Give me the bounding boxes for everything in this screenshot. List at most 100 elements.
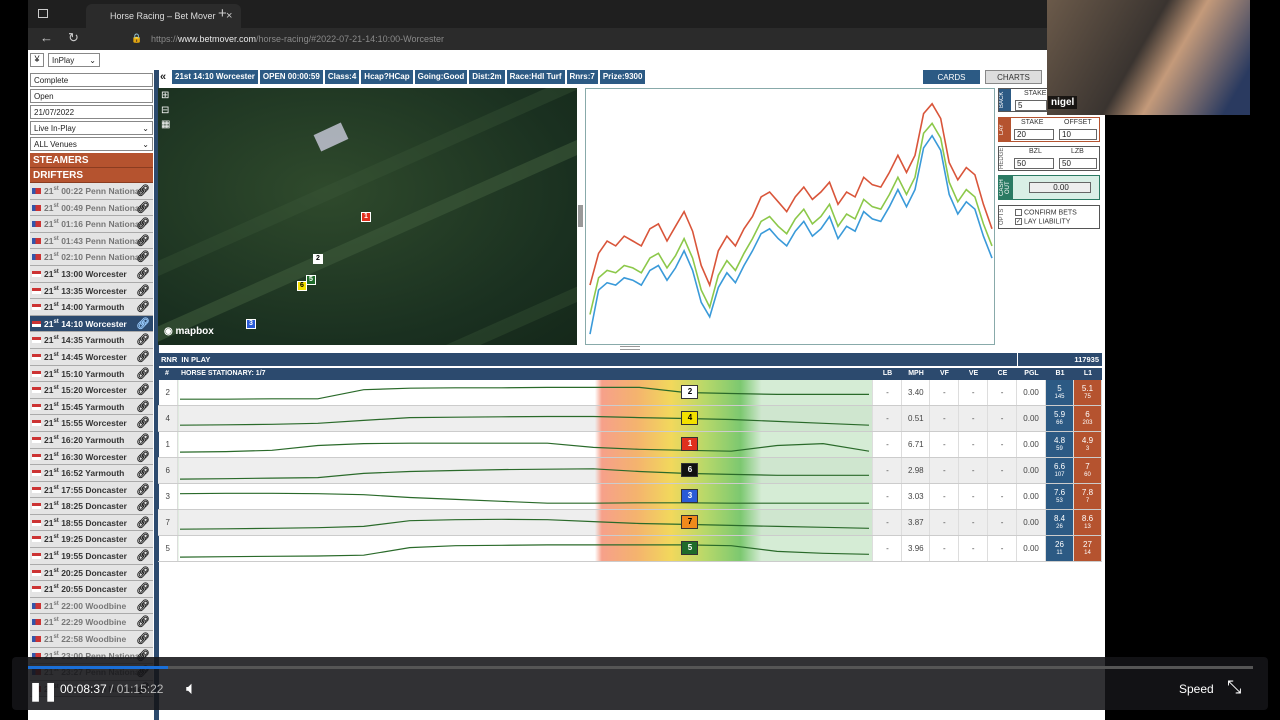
link-icon[interactable]: 🔗︎ <box>136 300 150 313</box>
runner-row[interactable]: 6 6 - 2.98 - - - 0.00 6.6 107 7 60 <box>158 457 1103 484</box>
refresh-icon[interactable]: ↻ <box>68 30 79 46</box>
seek-bar[interactable] <box>28 666 1253 669</box>
race-item[interactable]: 21st 01:43 Penn National 🔗︎ <box>30 232 153 250</box>
steamers-header[interactable]: STEAMERS <box>30 153 153 168</box>
filter-field[interactable]: Open <box>30 89 153 103</box>
link-icon[interactable]: 🔗︎ <box>136 250 150 263</box>
pause-icon[interactable]: ❚❚ <box>28 681 58 702</box>
race-item[interactable]: 21st 19:55 Doncaster 🔗︎ <box>30 548 153 565</box>
map-marker-6[interactable]: 6 <box>297 281 307 291</box>
filter-field[interactable]: Live In-Play ⌄ <box>30 121 153 135</box>
race-item[interactable]: 21st 02:10 Penn National 🔗︎ <box>30 249 153 266</box>
map-marker-2[interactable]: 2 <box>313 254 323 264</box>
race-item[interactable]: 21st 16:52 Yarmouth 🔗︎ <box>30 465 153 482</box>
link-icon[interactable]: 🔗︎ <box>136 483 150 496</box>
lay-price-button[interactable]: 27 14 <box>1073 535 1103 562</box>
link-icon[interactable]: 🔗︎ <box>136 350 150 363</box>
collapse-toggle-icon[interactable]: ¥ <box>30 53 44 67</box>
confirm-bets-checkbox[interactable]: CONFIRM BETS <box>1015 209 1077 216</box>
link-icon[interactable]: 🔗︎ <box>136 267 150 280</box>
volume-icon[interactable]: 🔈︎ <box>186 678 197 699</box>
lzb-input[interactable]: 50 <box>1059 158 1097 169</box>
back-price-button[interactable]: 4.8 59 <box>1045 431 1074 458</box>
speed-button[interactable]: Speed <box>1179 682 1214 696</box>
link-icon[interactable]: 🔗︎ <box>136 582 150 595</box>
col-lb[interactable]: LB <box>873 370 902 377</box>
link-icon[interactable]: 🔗︎ <box>136 333 150 346</box>
race-item[interactable]: 21st 13:00 Worcester 🔗︎ <box>30 265 153 283</box>
offset-input[interactable]: 10 <box>1059 129 1097 140</box>
race-item[interactable]: 21st 22:00 Woodbine 🔗︎ <box>30 597 153 615</box>
link-icon[interactable]: 🔗︎ <box>136 317 150 330</box>
back-price-button[interactable]: 5.9 66 <box>1045 405 1074 432</box>
race-item[interactable]: 21st 15:55 Worcester 🔗︎ <box>30 415 153 432</box>
col-l1[interactable]: L1 <box>1074 370 1102 377</box>
race-item[interactable]: 21st 14:10 Worcester 🔗︎ <box>30 315 153 333</box>
link-icon[interactable]: 🔗︎ <box>136 433 150 446</box>
race-map[interactable]: ⊞ ⊟ ▦ 1 2 5 6 3 ◉ mapbox <box>158 88 577 345</box>
cash-out-button[interactable]: CASH OUT <box>999 176 1013 199</box>
col-b1[interactable]: B1 <box>1046 370 1074 377</box>
race-item[interactable]: 21st 14:35 Yarmouth 🔗︎ <box>30 332 153 349</box>
bzl-input[interactable]: 50 <box>1014 158 1054 169</box>
link-icon[interactable]: 🔗︎ <box>136 499 150 512</box>
link-icon[interactable]: 🔗︎ <box>136 615 150 628</box>
race-item[interactable]: 21st 00:22 Penn National 🔗︎ <box>30 183 153 200</box>
link-icon[interactable]: 🔗︎ <box>136 599 150 612</box>
link-icon[interactable]: 🔗︎ <box>136 367 150 380</box>
zoom-out-icon[interactable]: ⊟ <box>161 105 169 116</box>
back-price-button[interactable]: 7.6 53 <box>1045 483 1074 510</box>
link-icon[interactable]: 🔗︎ <box>136 184 150 197</box>
back-price-button[interactable]: 26 11 <box>1045 535 1074 562</box>
link-icon[interactable]: 🔗︎ <box>136 400 150 413</box>
filter-field[interactable]: Complete <box>30 73 153 87</box>
runner-row[interactable]: 4 4 - 0.51 - - - 0.00 5.9 66 6 203 <box>158 405 1103 432</box>
charts-button[interactable]: CHARTS <box>985 70 1042 84</box>
runner-row[interactable]: 7 7 - 3.87 - - - 0.00 8.4 26 8.6 13 <box>158 509 1103 536</box>
race-item[interactable]: 21st 18:25 Doncaster 🔗︎ <box>30 498 153 515</box>
zoom-in-icon[interactable]: ⊞ <box>161 90 169 101</box>
link-icon[interactable]: 🔗︎ <box>136 284 150 297</box>
map-marker-5[interactable]: 5 <box>306 275 316 285</box>
new-tab-icon[interactable]: + <box>218 5 227 22</box>
race-item[interactable]: 21st 15:20 Worcester 🔗︎ <box>30 382 153 399</box>
race-item[interactable]: 21st 16:20 Yarmouth 🔗︎ <box>30 431 153 449</box>
race-item[interactable]: 21st 20:25 Doncaster 🔗︎ <box>30 564 153 582</box>
lay-liability-checkbox[interactable]: ✓ LAY LIABILITY <box>1015 218 1070 225</box>
runner-row[interactable]: 1 1 - 6.71 - - - 0.00 4.8 59 4.9 3 <box>158 431 1103 458</box>
race-item[interactable]: 21st 15:45 Yarmouth 🔗︎ <box>30 398 153 416</box>
col-vf[interactable]: VF <box>930 370 959 377</box>
collapse-sidebar-icon[interactable]: « <box>160 71 166 83</box>
race-item[interactable]: 21st 15:10 Yarmouth 🔗︎ <box>30 365 153 383</box>
runner-row[interactable]: 3 3 - 3.03 - - - 0.00 7.6 53 7.8 7 <box>158 483 1103 510</box>
race-item[interactable]: 21st 16:30 Worcester 🔗︎ <box>30 448 153 466</box>
url-input[interactable]: 🔒 https://www.betmover.com/horse-racing/#… <box>123 30 1053 48</box>
race-item[interactable]: 21st 22:58 Woodbine 🔗︎ <box>30 631 153 648</box>
race-item[interactable]: 21st 22:29 Woodbine 🔗︎ <box>30 614 153 632</box>
race-item[interactable]: 21st 18:55 Doncaster 🔗︎ <box>30 514 153 532</box>
lay-price-button[interactable]: 7 60 <box>1073 457 1103 484</box>
race-item[interactable]: 21st 14:00 Yarmouth 🔗︎ <box>30 299 153 316</box>
lay-price-button[interactable]: 4.9 3 <box>1073 431 1103 458</box>
race-item[interactable]: 21st 14:45 Worcester 🔗︎ <box>30 348 153 366</box>
link-icon[interactable]: 🔗︎ <box>136 532 150 545</box>
link-icon[interactable]: 🔗︎ <box>136 383 150 396</box>
filter-field[interactable]: 21/07/2022 <box>30 105 153 119</box>
map-marker-3[interactable]: 3 <box>246 319 256 329</box>
link-icon[interactable]: 🔗︎ <box>136 450 150 463</box>
lay-price-button[interactable]: 7.8 7 <box>1073 483 1103 510</box>
drifters-header[interactable]: DRIFTERS <box>30 168 153 183</box>
link-icon[interactable]: 🔗︎ <box>136 632 150 645</box>
mode-select[interactable]: InPlay ⌄ <box>48 53 100 67</box>
resize-handle[interactable] <box>620 346 640 350</box>
back-price-button[interactable]: 5 145 <box>1045 380 1074 406</box>
splitter-handle[interactable] <box>578 205 583 227</box>
link-icon[interactable]: 🔗︎ <box>136 516 150 529</box>
race-item[interactable]: 21st 00:49 Penn National 🔗︎ <box>30 199 153 217</box>
link-icon[interactable]: 🔗︎ <box>136 566 150 579</box>
link-icon[interactable]: 🔗︎ <box>136 201 150 214</box>
back-icon[interactable]: ← <box>40 30 53 45</box>
link-icon[interactable]: 🔗︎ <box>136 549 150 562</box>
link-icon[interactable]: 🔗︎ <box>136 416 150 429</box>
col-mph[interactable]: MPH <box>902 370 930 377</box>
